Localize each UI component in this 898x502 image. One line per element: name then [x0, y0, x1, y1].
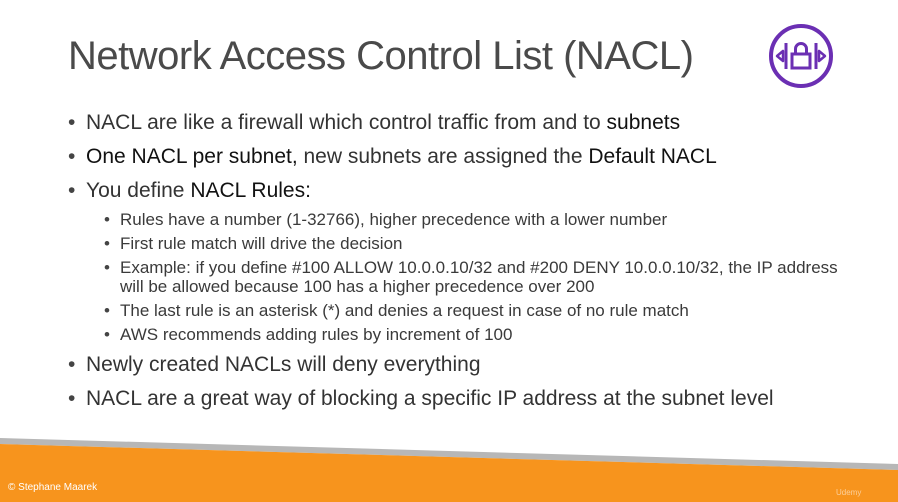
- bullet-text: NACL are like a firewall which control t…: [86, 111, 607, 134]
- bullet-item: NACL are like a firewall which control t…: [68, 108, 858, 138]
- bullet-item: One NACL per subnet, new subnets are ass…: [68, 142, 858, 172]
- bullet-highlight: One NACL per subnet,: [86, 145, 298, 168]
- bullet-text: NACL are a great way of blocking a speci…: [86, 387, 774, 410]
- bullet-item: NACL are a great way of blocking a speci…: [68, 384, 858, 414]
- bullet-text: Newly created NACLs will deny everything: [86, 353, 481, 376]
- bullet-item: You define NACL Rules:: [68, 176, 858, 206]
- copyright-text: © Stephane Maarek: [8, 482, 98, 493]
- bullet-text: new subnets are assigned the: [297, 145, 589, 168]
- sub-bullet-item: First rule match will drive the decision: [104, 234, 858, 253]
- udemy-watermark: Udemy: [836, 488, 862, 497]
- slide-title: Network Access Control List (NACL): [68, 34, 694, 78]
- bullet-highlight: NACL Rules:: [190, 179, 311, 202]
- footer-band: [0, 438, 898, 502]
- nacl-icon: [769, 24, 833, 88]
- sub-bullet-item: Example: if you define #100 ALLOW 10.0.0…: [104, 258, 858, 296]
- bullet-highlight: subnets: [606, 111, 681, 134]
- sub-bullet-item: AWS recommends adding rules by increment…: [104, 325, 858, 344]
- slide: Network Access Control List (NACL) NACL …: [0, 0, 898, 502]
- sub-bullet-item: The last rule is an asterisk (*) and den…: [104, 301, 858, 320]
- bullet-item: Newly created NACLs will deny everything: [68, 350, 858, 380]
- sub-bullet-list: Rules have a number (1-32766), higher pr…: [104, 210, 858, 344]
- bullet-highlight: Default NACL: [588, 145, 717, 168]
- sub-bullet-item: Rules have a number (1-32766), higher pr…: [104, 210, 858, 229]
- bullet-list: NACL are like a firewall which control t…: [68, 108, 858, 418]
- bullet-text: You define: [86, 179, 191, 202]
